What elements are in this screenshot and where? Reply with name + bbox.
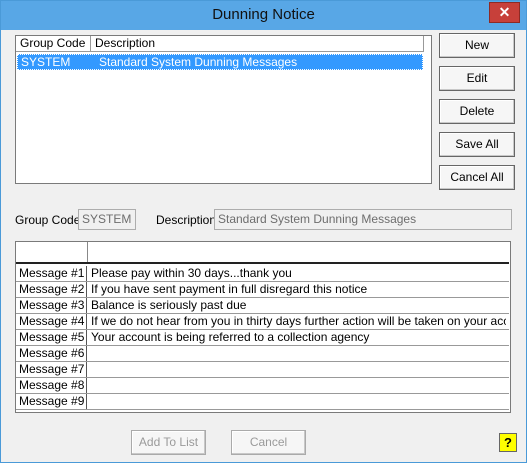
message-text[interactable]: Your account is being referred to a coll… [91,330,506,345]
group-list-row[interactable]: SYSTEM Standard System Dunning Messages [17,54,423,70]
message-text[interactable] [91,394,506,409]
group-code-cell: SYSTEM [21,55,71,69]
message-label: Message #1 [16,266,87,281]
table-row[interactable]: Message #4 If we do not hear from you in… [16,314,509,330]
message-grid[interactable]: Message #1 Please pay within 30 days...t… [15,241,511,413]
edit-button[interactable]: Edit [439,66,515,91]
description-field[interactable]: Standard System Dunning Messages [214,209,512,230]
window-title: Dunning Notice [212,6,315,23]
grid-header-corner [16,242,88,262]
message-text[interactable] [91,362,506,377]
message-text[interactable]: If you have sent payment in full disrega… [91,282,506,297]
message-label: Message #3 [16,298,87,313]
close-icon: ✕ [498,4,511,20]
table-row[interactable]: Message #2 If you have sent payment in f… [16,282,509,298]
message-text[interactable]: Balance is seriously past due [91,298,506,313]
message-label: Message #9 [16,394,87,409]
table-row[interactable]: Message #5 Your account is being referre… [16,330,509,346]
table-row[interactable]: Message #8 [16,378,509,394]
cancel-button[interactable]: Cancel [231,430,306,455]
cancel-all-button[interactable]: Cancel All [439,165,515,190]
message-grid-header [16,242,509,264]
message-label: Message #4 [16,314,87,329]
description-label: Description [156,213,217,227]
table-row[interactable]: Message #1 Please pay within 30 days...t… [16,266,509,282]
column-header-group-code[interactable]: Group Code [16,36,91,52]
help-icon: ? [504,435,512,450]
message-text[interactable] [91,378,506,393]
dunning-notice-window: Dunning Notice ✕ Group Code Description … [0,0,527,463]
group-code-label: Group Code: [15,213,84,227]
group-list-header: Group Code Description [16,36,431,52]
table-row[interactable]: Message #6 [16,346,509,362]
column-header-description[interactable]: Description [91,36,424,52]
group-code-field[interactable]: SYSTEM [78,209,136,230]
message-label: Message #8 [16,378,87,393]
table-row[interactable]: Message #7 [16,362,509,378]
group-description-cell: Standard System Dunning Messages [99,55,298,69]
message-label: Message #5 [16,330,87,345]
help-button[interactable]: ? [499,433,517,452]
title-bar[interactable]: Dunning Notice ✕ [1,1,526,30]
message-label: Message #2 [16,282,87,297]
save-all-button[interactable]: Save All [439,132,515,157]
new-button[interactable]: New [439,33,515,58]
dialog-body: Group Code Description SYSTEM Standard S… [8,30,519,457]
close-button[interactable]: ✕ [489,2,520,23]
message-text[interactable] [91,346,506,361]
delete-button[interactable]: Delete [439,99,515,124]
add-to-list-button[interactable]: Add To List [131,430,206,455]
group-list[interactable]: Group Code Description SYSTEM Standard S… [15,35,432,184]
message-label: Message #6 [16,346,87,361]
table-row[interactable]: Message #3 Balance is seriously past due [16,298,509,314]
table-row[interactable]: Message #9 [16,394,509,410]
grid-header-message [88,242,509,262]
message-text[interactable]: If we do not hear from you in thirty day… [91,314,506,329]
message-label: Message #7 [16,362,87,377]
message-text[interactable]: Please pay within 30 days...thank you [91,266,506,281]
